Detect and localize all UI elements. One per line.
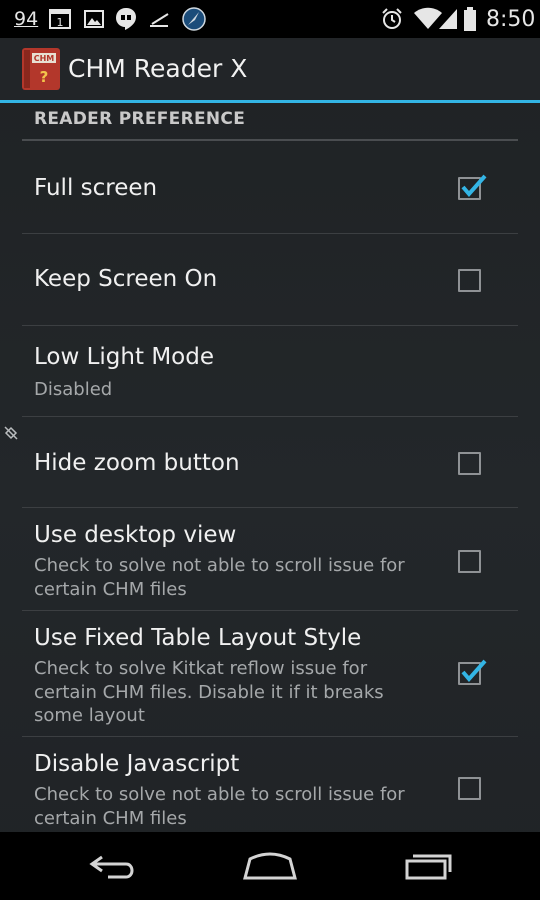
pref-title: Disable Javascript	[34, 751, 240, 777]
app-notification-icon	[181, 0, 207, 38]
image-icon	[84, 0, 104, 38]
hangouts-icon	[115, 0, 137, 38]
pref-title: Use Fixed Table Layout Style	[34, 625, 362, 651]
stopwatch-icon	[148, 0, 172, 38]
status-time: 8:50	[486, 6, 536, 32]
notification-count-icon: 94	[14, 0, 38, 38]
checkbox-keep-screen-on[interactable]	[458, 269, 481, 292]
pref-low-light-mode[interactable]: Low Light Mode Disabled	[0, 326, 540, 416]
chm-book-icon[interactable]: CHM ?	[20, 47, 62, 95]
pref-title: Use desktop view	[34, 522, 237, 548]
calendar-icon: 1	[49, 0, 71, 38]
pref-title: Keep Screen On	[34, 266, 218, 292]
pref-disable-javascript[interactable]: Disable Javascript Check to solve not ab…	[0, 737, 540, 832]
home-icon	[243, 852, 297, 880]
pref-use-fixed-table-layout[interactable]: Use Fixed Table Layout Style Check to so…	[0, 611, 540, 736]
back-button[interactable]	[86, 846, 140, 886]
home-button[interactable]	[242, 846, 298, 886]
checkbox-disable-javascript[interactable]	[458, 777, 481, 800]
checkmark-icon	[461, 174, 487, 198]
app-icon-text: CHM	[34, 54, 55, 63]
app-title: CHM Reader X	[68, 54, 248, 83]
clock: 8:50	[486, 0, 535, 38]
pref-title: Hide zoom button	[34, 450, 240, 476]
preference-list[interactable]: READER PREFERENCE Full screen Keep Scree…	[0, 103, 540, 832]
action-bar: CHM ? CHM Reader X	[0, 38, 540, 100]
signal-icon	[437, 0, 459, 38]
pref-title: Low Light Mode	[34, 344, 214, 370]
checkmark-icon	[461, 659, 487, 683]
checkbox-full-screen[interactable]	[458, 174, 487, 200]
screen: 94 1 8:50 CHM ? CHM Reader X READER PREF…	[0, 0, 540, 900]
app-icon-mark: ?	[40, 68, 49, 86]
recent-apps-icon	[405, 854, 452, 880]
pref-keep-screen-on[interactable]: Keep Screen On	[0, 234, 540, 325]
pref-full-screen[interactable]: Full screen	[0, 141, 540, 233]
checkbox-use-desktop-view[interactable]	[458, 550, 481, 573]
alarm-icon	[380, 0, 404, 38]
calendar-day: 1	[57, 16, 64, 29]
pref-summary: Check to solve not able to scroll issue …	[34, 555, 405, 600]
pref-summary: Disabled	[34, 379, 113, 400]
recent-apps-button[interactable]	[402, 846, 456, 886]
section-header: READER PREFERENCE	[34, 109, 246, 129]
notification-count: 94	[14, 8, 39, 30]
checkbox-hide-zoom-button[interactable]	[458, 452, 481, 475]
pref-hide-zoom-button[interactable]: Hide zoom button	[0, 417, 540, 507]
rotation-lock-icon	[3, 425, 19, 445]
back-icon	[89, 855, 134, 879]
navigation-bar	[0, 832, 540, 900]
checkbox-use-fixed-table-layout[interactable]	[458, 659, 487, 685]
pref-use-desktop-view[interactable]: Use desktop view Check to solve not able…	[0, 508, 540, 610]
battery-icon	[463, 0, 477, 38]
status-bar: 94 1 8:50	[0, 0, 540, 38]
pref-title: Full screen	[34, 175, 158, 201]
pref-summary: Check to solve Kitkat reflow issue for c…	[34, 658, 384, 726]
pref-summary: Check to solve not able to scroll issue …	[34, 784, 405, 829]
